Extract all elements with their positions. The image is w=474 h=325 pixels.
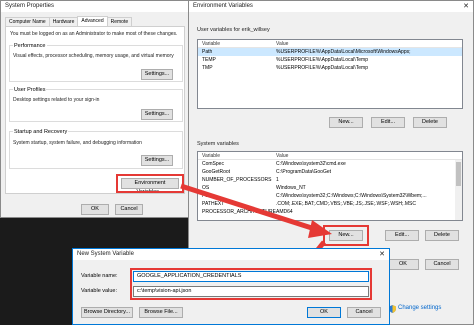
new-variable-ok-button[interactable]: OK xyxy=(307,307,341,318)
browse-directory-button[interactable]: Browse Directory... xyxy=(81,307,133,318)
browse-file-button[interactable]: Browse File... xyxy=(139,307,183,318)
fields-highlight xyxy=(130,268,372,300)
new-variable-cancel-button[interactable]: Cancel xyxy=(347,307,381,318)
new-variable-title: New System Variable xyxy=(73,249,389,260)
variable-name-label: Variable name: xyxy=(81,273,118,279)
variable-value-label: Variable value: xyxy=(81,288,117,294)
close-icon[interactable]: ✕ xyxy=(375,249,389,260)
new-system-variable-dialog: New System Variable ✕ Variable name: GOO… xyxy=(72,248,390,325)
